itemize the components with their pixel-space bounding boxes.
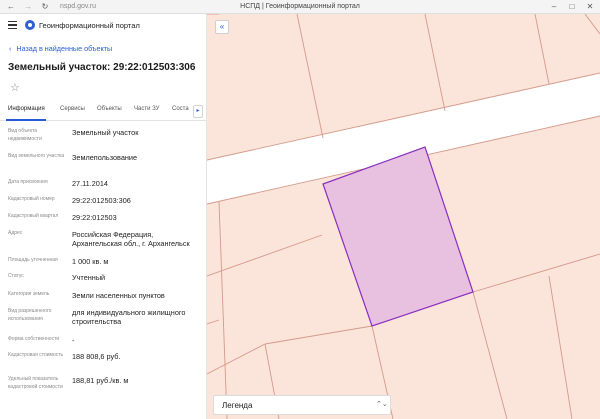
field-value: Российская Федерация, Архангельская обл.… [72,230,190,248]
browser-toolbar: ← → ↻ nspd.gov.ru НСПД | Геоинформационн… [0,0,600,14]
tab-parts[interactable]: Части ЗУ [134,106,159,112]
field-value: 29:22:012503 [72,213,117,222]
map-canvas[interactable] [207,14,600,419]
portal-name: Геоинформационный портал [39,21,140,30]
field-value: Учтенный [72,273,106,282]
menu-icon[interactable] [8,21,17,29]
field-value: 188,81 руб./кв. м [72,376,129,385]
field-value: 27.11.2014 [72,179,108,188]
back-link-label: Назад в найденные объекты [16,44,113,53]
field-label: Кадастровый квартал [8,213,59,219]
field-value: Землепользование [72,153,138,162]
selected-parcel [322,146,474,327]
field-label: Дата присвоения [8,179,48,185]
back-arrow-icon[interactable]: ← [6,2,16,12]
map-view[interactable]: « Легенда ⌃⌄ [207,14,600,419]
field-value: Земельный участок [72,128,139,137]
chevron-updown-icon: ⌃⌄ [376,401,388,408]
field-value: Земли населенных пунктов [72,291,165,300]
page-title: Земельный участок: 29:22:012503:306 [8,62,196,73]
field-label: Кадастровый номер [8,196,55,202]
legend-dropdown[interactable]: Легенда ⌃⌄ [213,395,391,415]
chevron-right-icon[interactable]: ▸ [193,105,203,118]
tab-services[interactable]: Сервисы [60,106,85,112]
field-value: 29:22:012503:306 [72,196,131,205]
field-value: 188 808,6 руб. [72,352,121,361]
tab-objects[interactable]: Объекты [97,106,122,112]
field-label: Площадь уточненная [8,257,58,263]
field-label: Кадастровая стоимость [8,352,64,358]
field-label: Адрес [8,230,23,236]
tab-composition[interactable]: Соста [172,106,189,112]
minimize-icon[interactable]: – [548,1,560,13]
chevron-left-icon: ‹ [9,44,12,53]
field-label: Вид объекта недвижимости [8,128,42,142]
portal-logo [25,20,35,30]
favorite-star-icon[interactable]: ☆ [10,81,20,94]
info-panel: Геоинформационный портал ‹ Назад в найден… [0,14,207,419]
address-bar[interactable]: nspd.gov.ru [60,2,96,12]
forward-arrow-icon[interactable]: → [23,2,33,12]
field-label: Вид земельного участка [8,153,65,159]
field-value: 1 000 кв. м [72,257,109,266]
close-icon[interactable]: ✕ [584,1,596,13]
field-label: Удельный показатель кадастровой стоимост… [8,376,63,390]
legend-label: Легенда [222,401,253,410]
field-label: Категория земель [8,291,50,297]
maximize-icon[interactable]: □ [566,1,578,13]
field-label: Форма собственности [8,336,60,342]
tab-info[interactable]: Информация [8,106,45,112]
active-tab-indicator [6,119,46,121]
tab-bar: Информация Сервисы Объекты Части ЗУ Сост… [0,103,206,121]
field-value: - [72,336,75,345]
reload-icon[interactable]: ↻ [40,2,50,12]
field-value: для индивидуального жилищного строительс… [72,308,186,326]
back-to-results-link[interactable]: ‹ Назад в найденные объекты [9,44,112,53]
collapse-panel-icon[interactable]: « [215,20,229,34]
field-label: Вид разрешенного использования [8,308,52,322]
field-label: Статус [8,273,24,279]
